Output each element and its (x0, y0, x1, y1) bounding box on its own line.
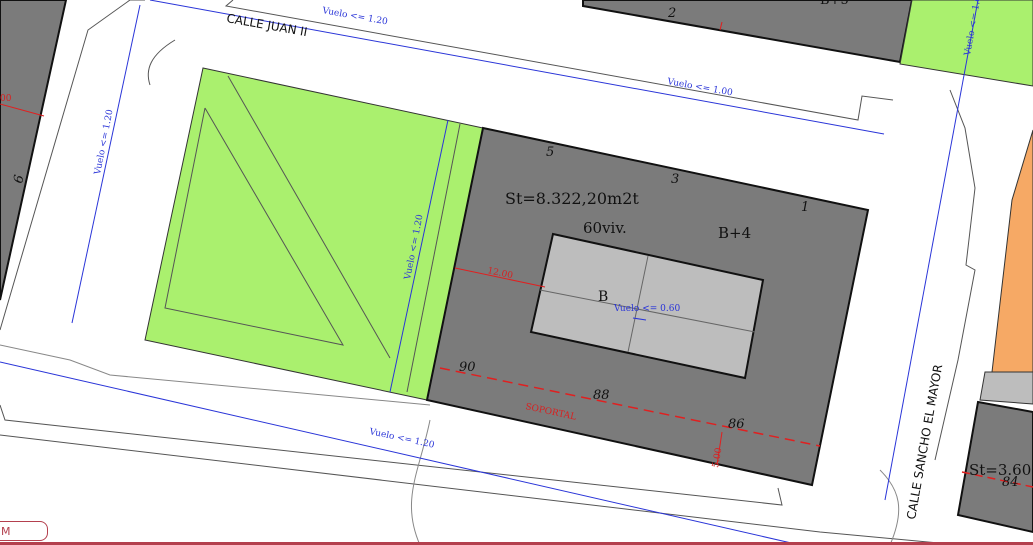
vuelo-label-north: Vuelo <= 1.20 (320, 6, 388, 28)
street-name-north: CALLE JUAN II (225, 11, 308, 39)
sidewalk-outline (934, 89, 976, 461)
top-block-number: 2 (667, 6, 676, 21)
courtyard-label: B (598, 289, 608, 305)
vuelo-label-west: Vuelo <= 1.20 (93, 108, 116, 176)
right-orange-parcel (991, 129, 1033, 373)
right-gray-strip (979, 371, 1033, 405)
top-building (582, 0, 914, 64)
main-block-dwellings: 60viv. (583, 219, 627, 237)
curb-curve (879, 469, 900, 545)
top-block-height: B+5 (820, 0, 849, 8)
elevation-86: 86 (728, 417, 745, 432)
left-building (0, 0, 68, 301)
elevation-90: 90 (459, 360, 476, 375)
vuelo-label-north-east: Vuelo <= 1.00 (665, 77, 733, 99)
urban-plan-map: CALLE JUAN II CALLE SANCHO EL MAYOR Vuel… (0, 0, 1033, 545)
vuelo-label-courtyard: Vuelo <= 0.60 (613, 304, 680, 314)
elevation-88: 88 (593, 388, 610, 403)
main-block-height: B+4 (718, 224, 751, 242)
right-block-area: St=3.603 (969, 461, 1033, 479)
bottom-tab[interactable]: M (0, 521, 48, 541)
curb-curve (147, 39, 176, 86)
corner-number-3: 3 (671, 172, 679, 187)
corner-number-1: 1 (801, 200, 809, 215)
vuelo-label-south: Vuelo <= 1.20 (367, 427, 435, 451)
main-block-area: St=8.322,20m2t (505, 189, 639, 208)
vuelo-line-west (71, 4, 141, 324)
park-zone (144, 67, 484, 401)
corner-number-5: 5 (546, 145, 554, 160)
right-block-number: 84 (1002, 475, 1019, 490)
left-block-dimension: 00 (0, 94, 12, 104)
